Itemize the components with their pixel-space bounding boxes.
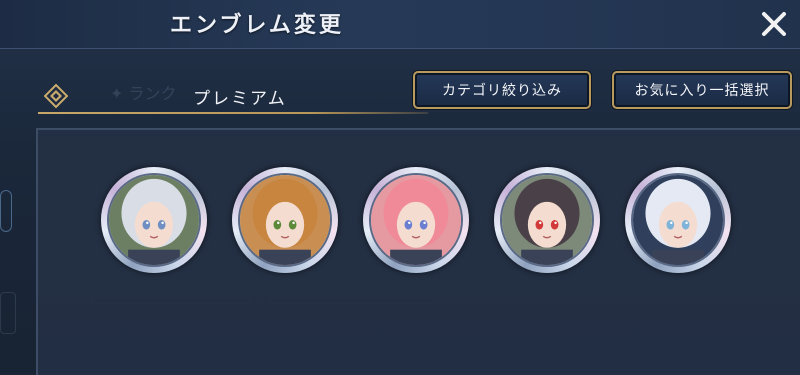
background-field <box>0 292 16 334</box>
emblem-portrait <box>500 173 594 267</box>
character-portrait-icon <box>109 175 199 265</box>
emblem-portrait <box>631 173 725 267</box>
character-portrait-icon <box>371 175 461 265</box>
emblem-portrait <box>238 173 332 267</box>
close-icon <box>762 12 786 36</box>
modal-header: エンブレム変更 <box>0 0 800 49</box>
bulk-favorite-select-button[interactable]: お気に入り一括選択 <box>612 71 792 109</box>
tab-premium[interactable]: プレミアム <box>38 78 428 114</box>
character-portrait-icon <box>502 175 592 265</box>
character-portrait-icon <box>633 175 723 265</box>
character-portrait-icon <box>240 175 330 265</box>
modal-title: エンブレム変更 <box>170 13 344 38</box>
tab-label: プレミアム <box>193 89 287 109</box>
background-field <box>0 190 12 232</box>
emblem-white-haired-girl[interactable] <box>625 167 731 273</box>
emblem-portrait <box>369 173 463 267</box>
category-filter-button[interactable]: カテゴリ絞り込み <box>413 71 591 109</box>
emblem-portrait <box>107 173 201 267</box>
tab-underline <box>38 112 428 114</box>
emblem-orange-haired-girl[interactable] <box>232 167 338 273</box>
emblem-dark-haired-girl[interactable] <box>494 167 600 273</box>
diamond-icon <box>44 84 68 108</box>
emblem-silver-haired-knight[interactable] <box>101 167 207 273</box>
emblem-pink-haired-girl[interactable] <box>363 167 469 273</box>
close-button[interactable] <box>754 4 794 44</box>
